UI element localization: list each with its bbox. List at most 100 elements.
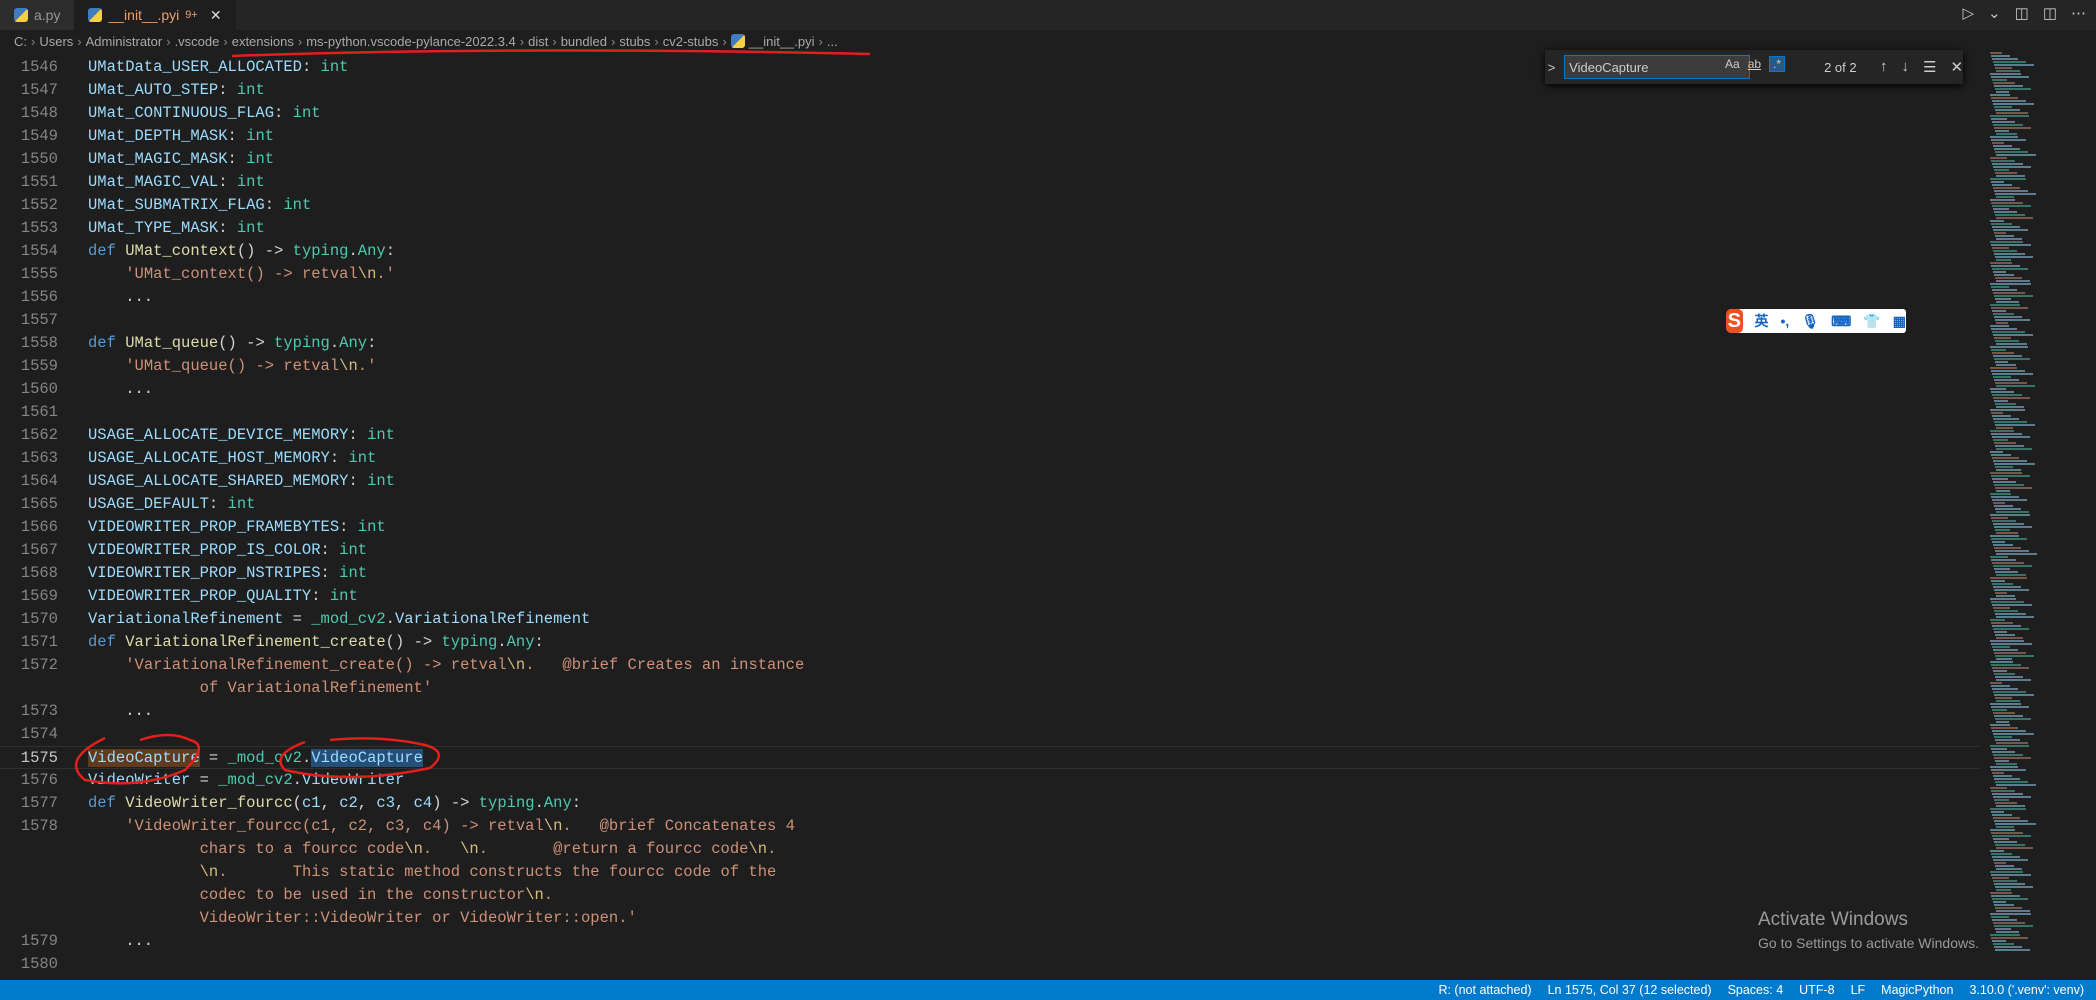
code-line[interactable]: 1560 ... bbox=[0, 378, 1980, 401]
code-line[interactable]: 1570 VariationalRefinement = _mod_cv2.Var… bbox=[0, 608, 1980, 631]
code-editor[interactable]: 1546 UMatData_USER_ALLOCATED: int 1547 UMat… bbox=[0, 56, 1980, 976]
minimap-line bbox=[1991, 874, 2031, 876]
code-line[interactable]: 1550 UMat_MAGIC_MASK: int bbox=[0, 148, 1980, 171]
breadcrumb-item[interactable]: .vscode bbox=[175, 34, 220, 49]
breadcrumb-item[interactable]: Administrator bbox=[86, 34, 163, 49]
minimap-line bbox=[1995, 466, 2013, 468]
code-line[interactable]: 1579 ... bbox=[0, 930, 1980, 953]
code-line[interactable]: 1564 USAGE_ALLOCATE_SHARED_MEMORY: int bbox=[0, 470, 1980, 493]
minimap-line bbox=[1990, 556, 2008, 558]
breadcrumb-item[interactable]: __init__.pyi bbox=[749, 34, 815, 49]
code-line[interactable]: 1548 UMat_CONTINUOUS_FLAG: int bbox=[0, 102, 1980, 125]
breadcrumb-item[interactable]: ... bbox=[827, 34, 838, 49]
code-line[interactable]: 1577 def VideoWriter_fourcc(c1, c2, c3, c… bbox=[0, 792, 1980, 815]
status-item[interactable]: Spaces: 4 bbox=[1728, 983, 1784, 997]
code-line[interactable]: 1574 bbox=[0, 723, 1980, 746]
code-line[interactable]: 1576 VideoWriter = _mod_cv2.VideoWriter bbox=[0, 769, 1980, 792]
code-line[interactable]: 1558 def UMat_queue() -> typing.Any: bbox=[0, 332, 1980, 355]
minimap-line bbox=[1993, 586, 2021, 588]
find-in-selection-icon[interactable]: ☰ bbox=[1923, 58, 1936, 76]
code-line[interactable]: 1552 UMat_SUBMATRIX_FLAG: int bbox=[0, 194, 1980, 217]
close-icon[interactable]: ✕ bbox=[210, 7, 222, 24]
breadcrumb-item[interactable]: Users bbox=[39, 34, 73, 49]
code-line[interactable]: 1562 USAGE_ALLOCATE_DEVICE_MEMORY: int bbox=[0, 424, 1980, 447]
code-line[interactable]: 1569 VIDEOWRITER_PROP_QUALITY: int bbox=[0, 585, 1980, 608]
toggle-replace-icon[interactable]: > bbox=[1545, 60, 1558, 75]
breadcrumb-item[interactable]: C: bbox=[14, 34, 27, 49]
code-line[interactable]: 1551 UMat_MAGIC_VAL: int bbox=[0, 171, 1980, 194]
language-toggle[interactable]: 英 bbox=[1755, 311, 1769, 331]
keyboard-icon[interactable]: ⌨ bbox=[1831, 313, 1851, 330]
code-token: _mod_cv2 bbox=[311, 610, 386, 628]
code-line[interactable]: of VariationalRefinement' bbox=[0, 677, 1980, 700]
chevron-down-icon[interactable]: ⌄ bbox=[1988, 4, 2001, 22]
code-line[interactable]: 1555 'UMat_context() -> retval\n.' bbox=[0, 263, 1980, 286]
code-token: \n bbox=[543, 817, 563, 835]
code-text: of VariationalRefinement' bbox=[88, 677, 433, 700]
minimap-line bbox=[1993, 355, 2022, 357]
more-actions-icon[interactable]: ⋯ bbox=[2071, 4, 2086, 22]
open-preview-icon[interactable]: ◫ bbox=[2015, 4, 2029, 22]
minimap-line bbox=[1993, 250, 2017, 252]
code-line[interactable]: 1568 VIDEOWRITER_PROP_NSTRIPES: int bbox=[0, 562, 1980, 585]
split-editor-icon[interactable]: ◫ bbox=[2043, 4, 2057, 22]
minimap-line bbox=[1991, 916, 2009, 918]
breadcrumb-item[interactable]: bundled bbox=[561, 34, 607, 49]
code-line[interactable]: 1556 ... bbox=[0, 286, 1980, 309]
run-icon[interactable]: ▷ bbox=[1963, 4, 1975, 22]
code-line[interactable]: \n. This static method constructs the fo… bbox=[0, 861, 1980, 884]
code-line[interactable]: 1580 bbox=[0, 953, 1980, 976]
code-line[interactable]: 1561 bbox=[0, 401, 1980, 424]
code-line[interactable]: chars to a fourcc code\n. \n. @return a … bbox=[0, 838, 1980, 861]
minimap-line bbox=[1995, 319, 2030, 321]
code-line[interactable]: 1549 UMat_DEPTH_MASK: int bbox=[0, 125, 1980, 148]
status-item[interactable]: MagicPython bbox=[1881, 983, 1953, 997]
code-line[interactable]: 1554 def UMat_context() -> typing.Any: bbox=[0, 240, 1980, 263]
code-line[interactable]: 1572 'VariationalRefinement_create() -> … bbox=[0, 654, 1980, 677]
minimap-line bbox=[1995, 655, 2034, 657]
code-line[interactable]: 1575 VideoCapture = _mod_cv2.VideoCapture bbox=[0, 746, 1980, 769]
minimap[interactable] bbox=[1990, 52, 2050, 972]
code-line[interactable]: 1557 bbox=[0, 309, 1980, 332]
minimap-line bbox=[1996, 301, 2019, 303]
breadcrumb-item[interactable]: cv2-stubs bbox=[663, 34, 719, 49]
sogou-logo-icon[interactable]: S bbox=[1726, 309, 1743, 333]
find-input[interactable] bbox=[1564, 55, 1751, 79]
punctuation-icon[interactable]: •, bbox=[1781, 313, 1790, 329]
tab-a-py[interactable]: a.py bbox=[0, 0, 75, 30]
code-line[interactable]: codec to be used in the constructor\n. bbox=[0, 884, 1980, 907]
status-item[interactable]: R: (not attached) bbox=[1438, 983, 1531, 997]
activate-subtitle: Go to Settings to activate Windows. bbox=[1758, 935, 1979, 951]
tab-init-pyi[interactable]: __init__.pyi 9+ ✕ bbox=[74, 0, 236, 30]
breadcrumb-item[interactable]: extensions bbox=[232, 34, 294, 49]
close-icon[interactable]: ✕ bbox=[1950, 58, 1963, 76]
tools-icon[interactable]: ▦ bbox=[1893, 313, 1906, 330]
status-item[interactable]: 3.10.0 ('.venv': venv) bbox=[1969, 983, 2084, 997]
skin-icon[interactable]: 👕 bbox=[1863, 313, 1880, 330]
minimap-line bbox=[1994, 547, 2021, 549]
code-line[interactable]: 1578 'VideoWriter_fourcc(c1, c2, c3, c4)… bbox=[0, 815, 1980, 838]
regex-toggle[interactable]: .* bbox=[1769, 56, 1786, 72]
status-item[interactable]: Ln 1575, Col 37 (12 selected) bbox=[1548, 983, 1712, 997]
next-match-icon[interactable]: ↓ bbox=[1901, 58, 1909, 76]
minimap-line bbox=[1995, 67, 2012, 69]
code-line[interactable]: 1567 VIDEOWRITER_PROP_IS_COLOR: int bbox=[0, 539, 1980, 562]
whole-word-toggle[interactable]: ab bbox=[1748, 57, 1761, 71]
code-line[interactable]: 1553 UMat_TYPE_MASK: int bbox=[0, 217, 1980, 240]
code-line[interactable]: VideoWriter::VideoWriter or VideoWriter:… bbox=[0, 907, 1980, 930]
code-line[interactable]: 1563 USAGE_ALLOCATE_HOST_MEMORY: int bbox=[0, 447, 1980, 470]
microphone-icon[interactable]: 🎙 bbox=[1801, 313, 1819, 330]
code-line[interactable]: 1571 def VariationalRefinement_create() -… bbox=[0, 631, 1980, 654]
previous-match-icon[interactable]: ↑ bbox=[1880, 58, 1888, 76]
breadcrumb-item[interactable]: ms-python.vscode-pylance-2022.3.4 bbox=[306, 34, 516, 49]
status-item[interactable]: LF bbox=[1851, 983, 1866, 997]
code-line[interactable]: 1565 USAGE_DEFAULT: int bbox=[0, 493, 1980, 516]
minimap-line bbox=[1995, 382, 2027, 384]
breadcrumb-item[interactable]: dist bbox=[528, 34, 548, 49]
code-line[interactable]: 1573 ... bbox=[0, 700, 1980, 723]
breadcrumb-item[interactable]: stubs bbox=[619, 34, 650, 49]
code-line[interactable]: 1566 VIDEOWRITER_PROP_FRAMEBYTES: int bbox=[0, 516, 1980, 539]
status-item[interactable]: UTF-8 bbox=[1799, 983, 1834, 997]
code-line[interactable]: 1559 'UMat_queue() -> retval\n.' bbox=[0, 355, 1980, 378]
match-case-toggle[interactable]: Aa bbox=[1725, 57, 1740, 71]
